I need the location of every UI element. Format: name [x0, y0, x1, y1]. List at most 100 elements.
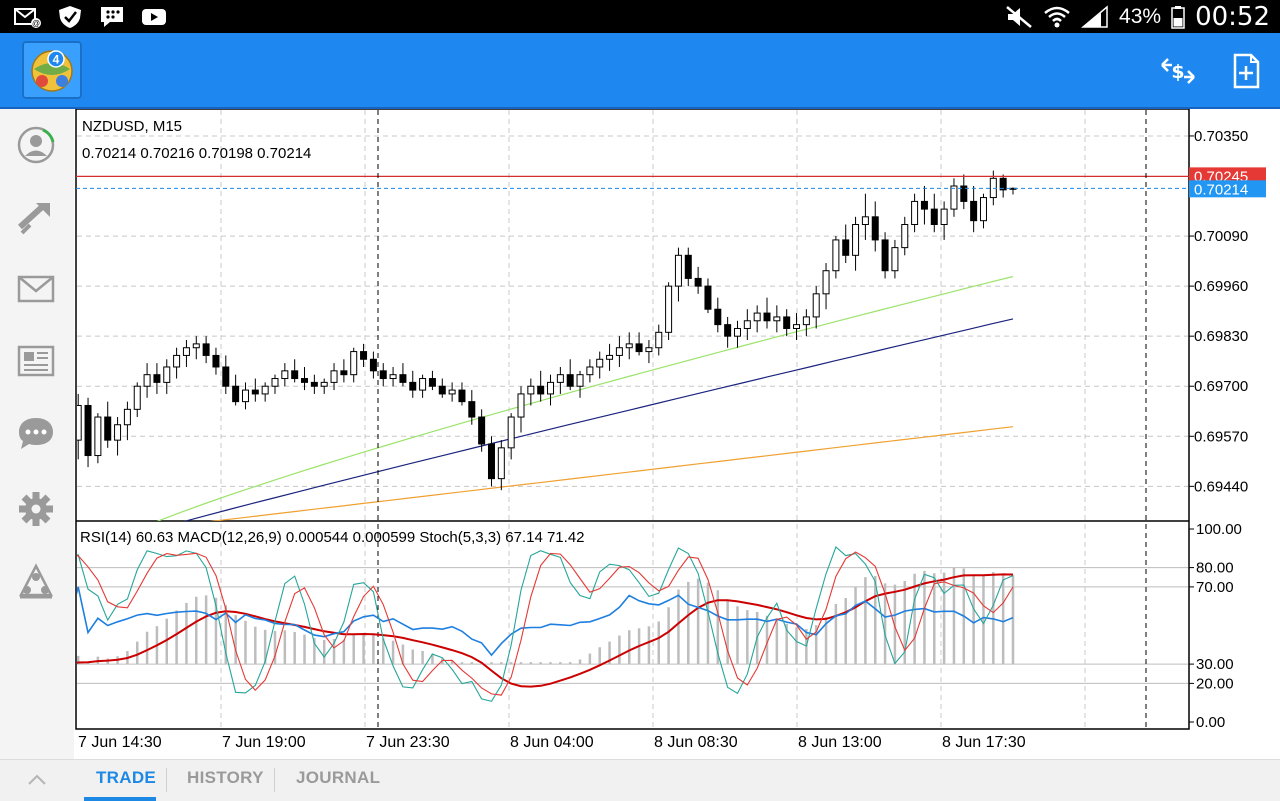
chevron-up-icon[interactable]: [26, 772, 48, 788]
candle-body: [920, 200, 928, 210]
candle-body: [182, 347, 190, 356]
new-order-icon[interactable]: [1226, 51, 1266, 91]
dollar-sync-icon[interactable]: $: [1158, 51, 1198, 91]
candle-body: [173, 354, 181, 368]
price-tick-label: 0.69960: [1194, 278, 1248, 295]
candle-body: [428, 378, 436, 387]
time-tick-label: 8 Jun 17:30: [942, 734, 1026, 751]
candle-body: [448, 389, 456, 395]
candle-body: [911, 200, 919, 226]
candle-body: [635, 343, 643, 353]
candle-body: [812, 293, 820, 318]
candle-body: [192, 343, 200, 349]
status-notifications: @: [14, 4, 168, 29]
candle-body: [104, 416, 112, 441]
candle-body: [714, 308, 722, 326]
metatrader-4-logo[interactable]: 4: [22, 41, 82, 99]
candle-body: [360, 351, 368, 360]
svg-text:@: @: [32, 19, 40, 28]
time-tick-label: 8 Jun 13:00: [798, 734, 882, 751]
metatrader-logo-icon: 4: [31, 50, 73, 92]
candle-body: [891, 247, 899, 272]
price-tick-label: 0.69440: [1194, 478, 1248, 495]
candle-body: [970, 200, 978, 222]
candle-body: [320, 381, 328, 387]
candle-body: [852, 224, 860, 256]
candle-body: [606, 354, 614, 360]
price-chart[interactable]: NZDUSD, M15 0.70214 0.70216 0.70198 0.70…: [0, 109, 1280, 759]
candle-body: [547, 381, 555, 395]
indicator-tick-label: 70.00: [1196, 579, 1234, 596]
candle-body: [822, 270, 830, 295]
candle-body: [566, 374, 574, 387]
candle-body: [979, 197, 987, 222]
candle-body: [222, 366, 230, 387]
candle-body: [232, 385, 240, 403]
bottom-tab-bar: TRADE HISTORY JOURNAL: [0, 759, 1280, 801]
candle-body: [901, 224, 909, 249]
candle-body: [871, 216, 879, 241]
indicator-tick-label: 100.00: [1196, 521, 1242, 538]
candle-body: [340, 370, 348, 376]
indicator-tick-label: 30.00: [1196, 656, 1234, 673]
candle-body: [281, 370, 289, 380]
candle-body: [310, 381, 318, 387]
app-bar: 4 $: [0, 33, 1280, 109]
candle-body: [556, 374, 564, 383]
candle-body: [861, 216, 869, 226]
tab-separator: [166, 768, 167, 792]
candle-body: [94, 416, 102, 457]
mail-notification-icon: @: [14, 7, 41, 28]
time-tick-label: 8 Jun 08:30: [654, 734, 738, 751]
candle-body: [379, 370, 387, 380]
candle-body: [783, 316, 791, 329]
tab-journal[interactable]: JOURNAL: [296, 768, 380, 788]
indicator-tick-label: 20.00: [1196, 675, 1234, 692]
tab-history[interactable]: HISTORY: [187, 768, 264, 788]
candle-body: [596, 358, 604, 368]
candle-body: [409, 381, 417, 391]
candle-body: [438, 385, 446, 395]
candle-body: [753, 312, 761, 322]
candle-body: [143, 374, 151, 387]
candle-body: [330, 370, 338, 383]
candle-body: [674, 254, 682, 287]
candle-body: [576, 374, 584, 387]
wifi-icon: [1044, 6, 1070, 27]
candle-body: [123, 408, 131, 426]
status-system: 43% 00:52: [1005, 0, 1270, 33]
candle-body: [478, 416, 486, 445]
battery-icon: [1171, 5, 1185, 29]
indicator-tick-label: 80.00: [1196, 560, 1234, 577]
symbol-label: NZDUSD, M15: [82, 118, 182, 135]
price-tick-label: 0.69570: [1194, 428, 1248, 445]
time-axis: 7 Jun 14:30 7 Jun 19:00 7 Jun 23:30 8 Jun 0…: [78, 734, 1026, 751]
bid-price: 0.70214: [1194, 181, 1248, 198]
candle-body: [271, 378, 279, 387]
time-tick-label: 7 Jun 23:30: [366, 734, 450, 751]
candle-body: [389, 374, 397, 380]
candle-body: [65, 440, 71, 471]
price-tick-label: 0.70350: [1194, 128, 1248, 145]
svg-text:$: $: [1171, 61, 1184, 83]
candle-body: [202, 343, 210, 356]
candle-body: [301, 378, 309, 383]
candle-body: [399, 374, 407, 383]
candle-body: [84, 404, 92, 457]
candle-body: [114, 424, 122, 441]
active-tab-indicator: [84, 797, 156, 801]
candle-body: [133, 385, 141, 410]
price-tick-label: 0.69830: [1194, 328, 1248, 345]
candle-body: [645, 347, 653, 353]
candle-body: [930, 208, 938, 226]
shield-icon: [59, 5, 81, 28]
candle-body: [655, 331, 663, 349]
tab-trade[interactable]: TRADE: [96, 768, 156, 788]
candle-body: [497, 447, 505, 480]
blackberry-messenger-icon: [101, 6, 123, 27]
candle-body: [694, 277, 702, 287]
candle-body: [773, 316, 781, 322]
candle-body: [251, 389, 259, 395]
candle-body: [419, 378, 427, 391]
candle-body: [369, 358, 377, 372]
